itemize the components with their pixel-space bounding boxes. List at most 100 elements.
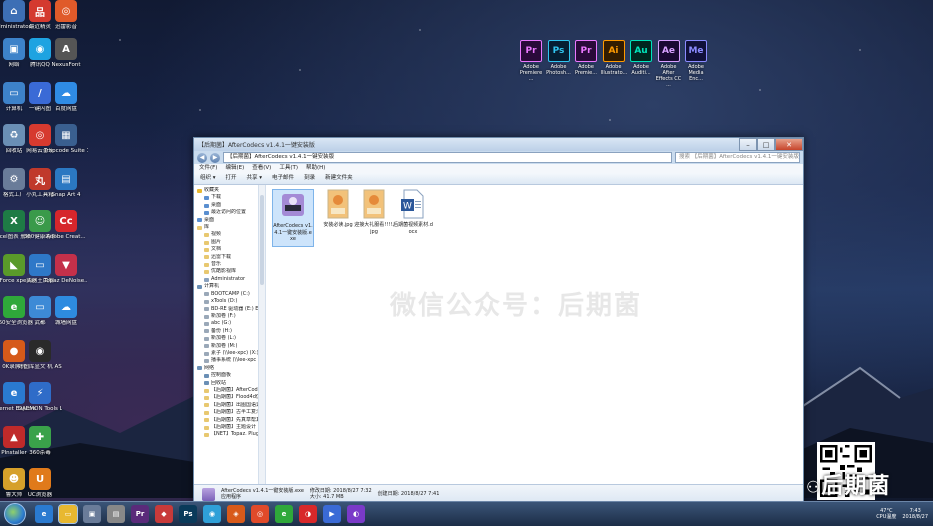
desktop-icon[interactable]: U UC浏览器: [18, 468, 62, 499]
app-icon: ▼: [55, 254, 77, 276]
desktop-icon[interactable]: ◉ 好图库显文 机 ASUS助手: [18, 340, 62, 371]
sidebar-item[interactable]: 新加卷 (F:): [194, 313, 258, 320]
sidebar-item[interactable]: 回收站: [194, 380, 258, 387]
adobe-app-icon[interactable]: Ae Adobe After Effects CC ...: [656, 40, 682, 88]
menu-item[interactable]: 文件(F): [199, 164, 217, 173]
taskbar-app-icon[interactable]: ◆: [155, 505, 173, 523]
taskbar-app-icon[interactable]: ▤: [107, 505, 125, 523]
desktop-icon[interactable]: ◎ 迅雷影音: [44, 0, 88, 31]
sidebar-item[interactable]: 收藏夹: [194, 187, 258, 194]
sidebar-item[interactable]: 新加卷 (L:): [194, 335, 258, 342]
sidebar-item[interactable]: 播事系统 (\\lee-xpc: [194, 357, 258, 364]
taskbar-app-icon[interactable]: Ps: [179, 505, 197, 523]
system-tray[interactable]: 47°C CPU温度 7:43 2018/8/27: [876, 508, 933, 520]
taskbar-app-icon[interactable]: ▣: [83, 505, 101, 523]
navigation-pane[interactable]: 收藏夹 下载 桌面 最近访问的位置 桌面库视频 图片 文档 迅雷下载 音乐 优酷影视库 Admini…: [194, 185, 259, 485]
sidebar-item[interactable]: 【后期菌】主题设计: [194, 424, 258, 431]
sidebar-item[interactable]: 网络: [194, 365, 258, 372]
desktop-icon[interactable]: ✚ 360杀毒: [18, 426, 62, 457]
scrollbar-thumb[interactable]: [260, 195, 264, 285]
taskbar-app-icon[interactable]: ◈: [227, 505, 245, 523]
file-item[interactable]: AfterCodecs v1.4.1一键安装版.exe: [272, 189, 314, 247]
sidebar-item[interactable]: abc (G:): [194, 320, 258, 327]
taskbar-app-icon[interactable]: ◉: [203, 505, 221, 523]
sidebar-item[interactable]: 文档: [194, 246, 258, 253]
desktop-icon[interactable]: Cc Adobe Creat...: [44, 210, 88, 241]
taskbar-app-icon[interactable]: ◐: [347, 505, 365, 523]
adobe-app-icon[interactable]: Pr Adobe Premie...: [573, 40, 599, 76]
sidebar-item[interactable]: xTools (D:): [194, 298, 258, 305]
adobe-app-icon[interactable]: Pr Adobe Premiere ...: [518, 40, 544, 82]
sidebar-item[interactable]: 【后期菌】Flood4d优化: [194, 394, 258, 401]
sidebar-item[interactable]: 图片: [194, 239, 258, 246]
folder-icon: [204, 322, 209, 327]
sidebar-item[interactable]: BD-RE 驱动器 (E:) E: [194, 306, 258, 313]
adobe-app-icon[interactable]: Ai Adobe Illustrato...: [601, 40, 627, 76]
sidebar-item[interactable]: 最近访问的位置: [194, 209, 258, 216]
file-item[interactable]: 安装必读.jpg: [318, 189, 358, 229]
file-list-area[interactable]: 微信公众号：后期菌 AfterCodecs v1.4.1一键安装版.exe 安装必…: [266, 185, 803, 485]
menu-item[interactable]: 帮助(H): [306, 164, 325, 173]
desktop-icon[interactable]: ▤ Snap Art 4: [44, 168, 88, 199]
menu-item[interactable]: 编辑(E): [225, 164, 244, 173]
toolbar-button[interactable]: 新建文件夹: [325, 173, 353, 184]
sidebar-item[interactable]: 桌面: [194, 202, 258, 209]
file-item[interactable]: 迎接大礼服看!!!!.jpg: [354, 189, 394, 235]
minimize-button[interactable]: –: [739, 138, 757, 151]
taskbar-app-icon[interactable]: Pr: [131, 505, 149, 523]
adobe-app-icon[interactable]: Ps Adobe Photosh...: [546, 40, 572, 76]
adobe-app-icon[interactable]: Me Adobe Media Enc...: [683, 40, 709, 82]
sidebar-item[interactable]: 【后期菌】AfterCodecs: [194, 387, 258, 394]
maximize-button[interactable]: □: [757, 138, 775, 151]
sidebar-item[interactable]: 新加卷 (M:): [194, 343, 258, 350]
taskbar-app-icon[interactable]: e: [275, 505, 293, 523]
clock-date[interactable]: 2018/8/27: [902, 514, 928, 520]
taskbar-app-icon[interactable]: ▶: [323, 505, 341, 523]
toolbar-button[interactable]: 刻录: [304, 173, 315, 184]
explorer-window[interactable]: 【后期菌】AfterCodecs v1.4.1一键安装版 – □ ✕ ◀ ▶ 【…: [193, 137, 804, 504]
desktop-icon[interactable]: ▦ Trapcode Suite 12.1...: [44, 124, 88, 155]
forward-arrow-icon[interactable]: ▶: [210, 152, 220, 163]
sidebar-item[interactable]: 迅雷下载: [194, 254, 258, 261]
desktop-icon[interactable]: ☁ 城墙网盘: [44, 296, 88, 327]
toolbar-button[interactable]: 共享 ▾: [247, 173, 263, 184]
back-arrow-icon[interactable]: ◀: [197, 152, 207, 163]
window-titlebar[interactable]: 【后期菌】AfterCodecs v1.4.1一键安装版 – □ ✕: [194, 138, 803, 151]
sidebar-item[interactable]: 【后期菌】先真草帮】: [194, 417, 258, 424]
toolbar-button[interactable]: 打开: [226, 173, 237, 184]
toolbar-button[interactable]: 电子邮件: [272, 173, 294, 184]
sidebar-item[interactable]: 优酷影视库: [194, 268, 258, 275]
address-input[interactable]: 【后期菌】AfterCodecs v1.4.1一键安装版: [223, 152, 672, 163]
desktop-icon[interactable]: ☁ 百度网盘: [44, 82, 88, 113]
sidebar-item[interactable]: BOOTCAMP (C:): [194, 291, 258, 298]
sidebar-item[interactable]: 下载: [194, 194, 258, 201]
menu-item[interactable]: 工具(T): [279, 164, 298, 173]
sidebar-item[interactable]: 桌面: [194, 217, 258, 224]
sidebar-item[interactable]: 视频: [194, 231, 258, 238]
sidebar-item[interactable]: 库: [194, 224, 258, 231]
desktop-icon[interactable]: A NexusFont: [44, 38, 88, 69]
sidebar-item[interactable]: 素子 (\\lee-xpc) (X:): [194, 350, 258, 357]
desktop-icon[interactable]: ⚡ DAEMON Tools Lite: [18, 382, 62, 413]
navigation-scrollbar[interactable]: [259, 185, 266, 485]
sidebar-item[interactable]: 【NET】Topaz. Plug: [194, 431, 258, 438]
sidebar-item[interactable]: 【后期菌】古半工复活: [194, 409, 258, 416]
close-button[interactable]: ✕: [775, 138, 803, 151]
sidebar-item[interactable]: 备份 (H:): [194, 328, 258, 335]
file-item[interactable]: W 后期菌视频素材.docx: [393, 189, 433, 235]
sidebar-item[interactable]: Administrator: [194, 276, 258, 283]
search-input[interactable]: 搜索 【后期菌】AfterCodecs v1.4.1一键安装版: [675, 152, 800, 163]
start-button[interactable]: [4, 503, 26, 525]
taskbar-app-icon[interactable]: ▭: [58, 504, 78, 524]
adobe-app-icon[interactable]: Au Adobe Auditi...: [628, 40, 654, 76]
taskbar-app-icon[interactable]: ◎: [251, 505, 269, 523]
taskbar-app-icon[interactable]: e: [35, 505, 53, 523]
sidebar-item[interactable]: 【后期菌】出图国语速: [194, 402, 258, 409]
taskbar-app-icon[interactable]: ◑: [299, 505, 317, 523]
menu-item[interactable]: 查看(V): [252, 164, 271, 173]
sidebar-item[interactable]: 音乐: [194, 261, 258, 268]
sidebar-item[interactable]: 控制面板: [194, 372, 258, 379]
sidebar-item[interactable]: 计算机: [194, 283, 258, 290]
toolbar-button[interactable]: 组织 ▾: [200, 173, 216, 184]
desktop-icon[interactable]: ▼ Topaz DeNoise...: [44, 254, 88, 285]
